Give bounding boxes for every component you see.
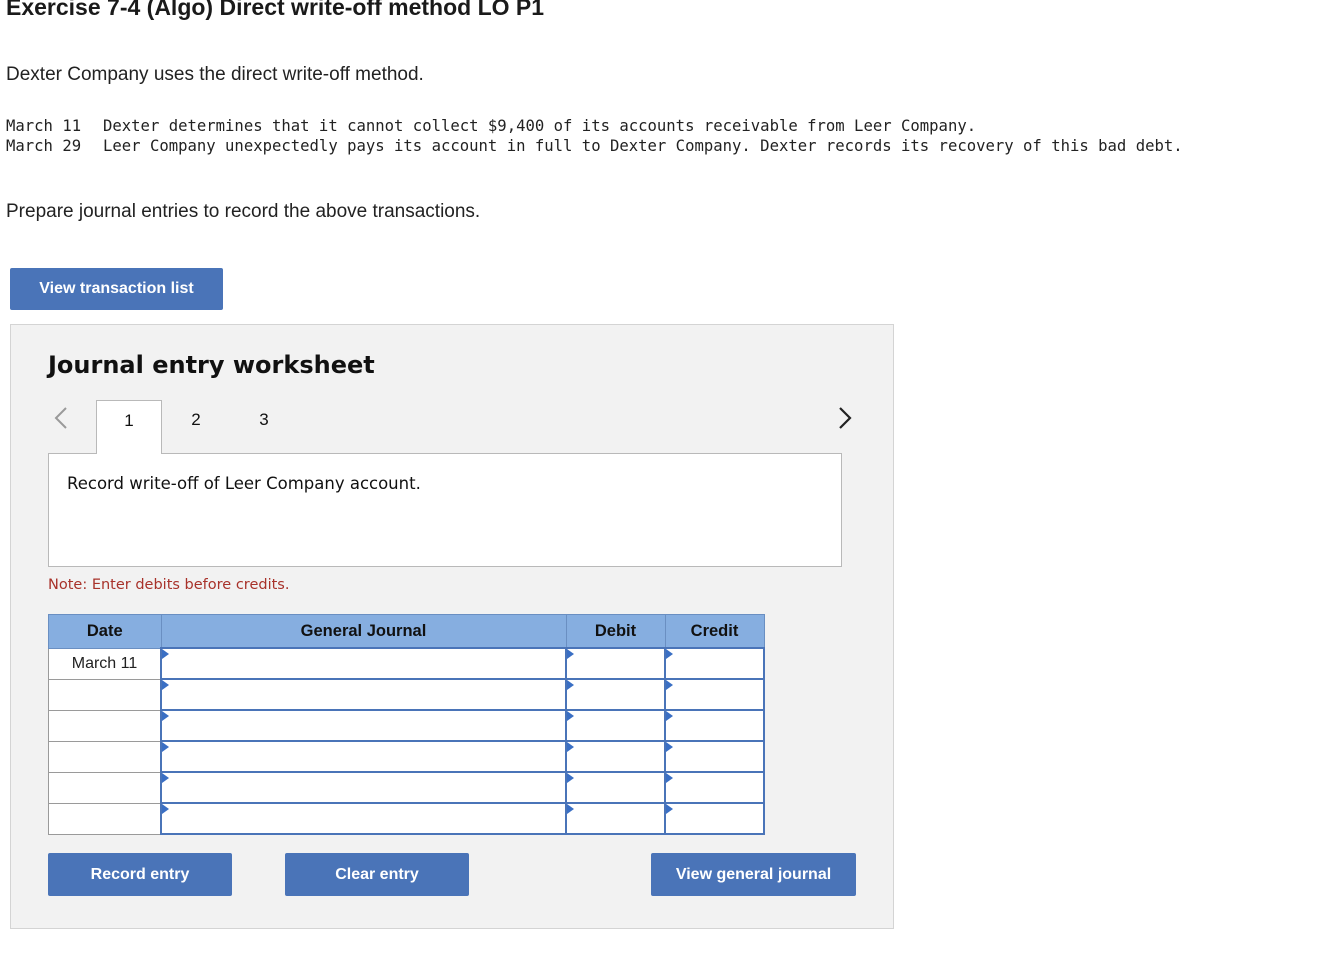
account-input[interactable]	[160, 647, 567, 680]
debit-input[interactable]	[565, 740, 666, 773]
transaction-date: March 29	[6, 137, 82, 155]
debit-input[interactable]	[565, 802, 666, 835]
record-entry-button[interactable]: Record entry	[48, 853, 232, 896]
credit-column-header: Credit	[664, 614, 765, 649]
transaction-text: Dexter determines that it cannot collect…	[103, 117, 977, 135]
tab-1[interactable]: 1	[96, 400, 162, 454]
worksheet-title: Journal entry worksheet	[48, 351, 375, 379]
general-journal-column-header: General Journal	[160, 614, 567, 649]
date-cell: March 11	[48, 647, 162, 680]
debit-input[interactable]	[565, 709, 666, 742]
date-cell	[48, 678, 162, 711]
transaction-date: March 11	[6, 117, 82, 135]
transaction-item: March 11 Dexter determines that it canno…	[6, 116, 1253, 136]
debit-column-header: Debit	[565, 614, 666, 649]
tab-3[interactable]: 3	[231, 400, 297, 454]
transaction-list: March 11 Dexter determines that it canno…	[6, 116, 1253, 156]
table-row	[48, 709, 765, 742]
account-input[interactable]	[160, 740, 567, 773]
transaction-text: Leer Company unexpectedly pays its accou…	[103, 137, 1183, 155]
transaction-item: March 29 Leer Company unexpectedly pays …	[6, 136, 1253, 156]
credit-input[interactable]	[664, 709, 765, 742]
account-input[interactable]	[160, 709, 567, 742]
chevron-right-icon[interactable]	[835, 403, 855, 433]
account-input[interactable]	[160, 678, 567, 711]
date-cell	[48, 802, 162, 835]
account-input[interactable]	[160, 771, 567, 804]
intro-text: Dexter Company uses the direct write-off…	[6, 64, 424, 85]
credit-input[interactable]	[664, 802, 765, 835]
clear-entry-button[interactable]: Clear entry	[285, 853, 469, 896]
page-title: Exercise 7-4 (Algo) Direct write-off met…	[6, 0, 545, 20]
view-general-journal-button[interactable]: View general journal	[651, 853, 856, 896]
tab-2[interactable]: 2	[163, 400, 229, 454]
debit-input[interactable]	[565, 771, 666, 804]
credit-input[interactable]	[664, 678, 765, 711]
chevron-left-icon[interactable]	[51, 403, 71, 433]
entry-note: Note: Enter debits before credits.	[48, 577, 290, 593]
date-cell	[48, 771, 162, 804]
debit-input[interactable]	[565, 647, 666, 680]
credit-input[interactable]	[664, 771, 765, 804]
journal-header-row: Date General Journal Debit Credit	[48, 614, 765, 649]
table-row	[48, 678, 765, 711]
debit-input[interactable]	[565, 678, 666, 711]
date-column-header: Date	[48, 614, 162, 649]
date-cell	[48, 709, 162, 742]
table-row	[48, 771, 765, 804]
entry-description: Record write-off of Leer Company account…	[48, 453, 842, 567]
credit-input[interactable]	[664, 647, 765, 680]
entry-description-text: Record write-off of Leer Company account…	[67, 474, 421, 493]
credit-input[interactable]	[664, 740, 765, 773]
table-row	[48, 740, 765, 773]
view-transaction-list-button[interactable]: View transaction list	[10, 268, 223, 310]
table-row: March 11	[48, 647, 765, 680]
instruction-text: Prepare journal entries to record the ab…	[6, 201, 481, 222]
account-input[interactable]	[160, 802, 567, 835]
journal-table: Date General Journal Debit Credit March …	[48, 614, 765, 835]
table-row	[48, 802, 765, 835]
date-cell	[48, 740, 162, 773]
journal-entry-worksheet: Journal entry worksheet 1 2 3 Record wri…	[10, 324, 894, 929]
